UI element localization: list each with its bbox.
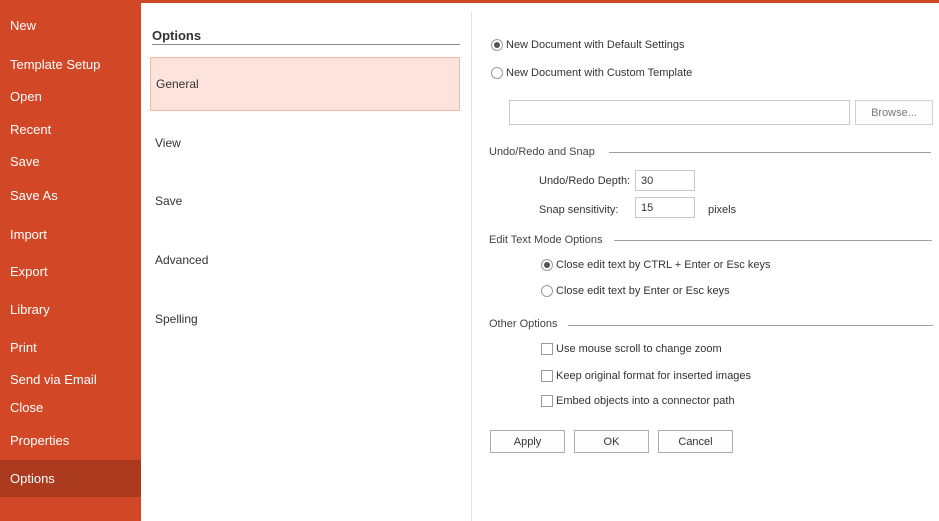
sidebar-item-properties[interactable]: Properties <box>0 422 141 458</box>
other-options-group-label: Other Options <box>489 318 558 330</box>
checkbox-label: Embed objects into a connector path <box>556 395 735 407</box>
sidebar-item-save-as[interactable]: Save As <box>0 177 141 213</box>
sidebar-item-label: Close <box>10 399 44 415</box>
category-label: Spelling <box>155 312 198 326</box>
group-divider <box>609 152 931 153</box>
sidebar-item-label: Save As <box>10 187 58 203</box>
sidebar-item-label: Recent <box>10 121 52 137</box>
undo-depth-input[interactable]: 30 <box>635 170 695 191</box>
sidebar-item-close[interactable]: Close <box>0 389 141 425</box>
sidebar-item-recent[interactable]: Recent <box>0 111 141 147</box>
category-label: View <box>155 136 181 150</box>
category-save[interactable]: Save <box>150 174 460 228</box>
radio-unselected-icon <box>491 67 503 79</box>
category-view[interactable]: View <box>150 116 460 170</box>
category-general[interactable]: General <box>150 57 460 111</box>
cancel-button[interactable]: Cancel <box>658 430 733 453</box>
undo-depth-label: Undo/Redo Depth: <box>539 175 631 187</box>
radio-label: Close edit text by Enter or Esc keys <box>556 285 730 297</box>
radio-label: New Document with Default Settings <box>506 39 685 51</box>
mouse-scroll-zoom-checkbox[interactable]: Use mouse scroll to change zoom <box>541 343 722 355</box>
category-label: General <box>156 77 199 91</box>
undo-redo-group-label: Undo/Redo and Snap <box>489 146 595 158</box>
group-divider <box>614 240 932 241</box>
snap-sensitivity-input[interactable]: 15 <box>635 197 695 218</box>
sidebar-item-import[interactable]: Import <box>0 216 141 252</box>
snap-unit-label: pixels <box>708 204 737 216</box>
template-path-input[interactable] <box>509 100 850 125</box>
checkbox-icon <box>541 343 553 355</box>
apply-button[interactable]: Apply <box>490 430 565 453</box>
ok-button[interactable]: OK <box>574 430 649 453</box>
sidebar-item-library[interactable]: Library <box>0 291 141 327</box>
sidebar-item-print[interactable]: Print <box>0 329 141 365</box>
sidebar-item-label: Export <box>10 263 48 279</box>
radio-selected-icon <box>491 39 503 51</box>
checkbox-icon <box>541 395 553 407</box>
sidebar-item-options[interactable]: Options <box>0 460 141 497</box>
panel-divider <box>471 12 472 521</box>
options-title: Options <box>152 28 202 43</box>
sidebar-item-label: Library <box>10 301 50 317</box>
category-spelling[interactable]: Spelling <box>150 292 460 346</box>
sidebar-item-template-setup[interactable]: Template Setup <box>0 46 141 82</box>
group-divider <box>568 325 933 326</box>
radio-unselected-icon <box>541 285 553 297</box>
category-advanced[interactable]: Advanced <box>150 233 460 287</box>
radio-label: New Document with Custom Template <box>506 67 693 79</box>
category-label: Save <box>155 194 183 208</box>
sidebar-item-label: New <box>10 17 37 33</box>
options-title-divider <box>152 44 460 45</box>
sidebar-item-open[interactable]: Open <box>0 78 141 114</box>
sidebar-item-label: Properties <box>10 432 70 448</box>
radio-selected-icon <box>541 259 553 271</box>
radio-label: Close edit text by CTRL + Enter or Esc k… <box>556 259 771 271</box>
keep-image-format-checkbox[interactable]: Keep original format for inserted images <box>541 370 751 382</box>
backstage-sidebar: New Template Setup Open Recent Save Save… <box>0 0 141 521</box>
sidebar-item-label: Options <box>10 471 55 486</box>
edit-ctrl-enter-radio[interactable]: Close edit text by CTRL + Enter or Esc k… <box>541 259 770 271</box>
browse-button[interactable]: Browse... <box>855 100 933 125</box>
edit-text-group-label: Edit Text Mode Options <box>489 234 603 246</box>
checkbox-label: Keep original format for inserted images <box>556 370 752 382</box>
new-doc-default-radio[interactable]: New Document with Default Settings <box>491 39 685 51</box>
checkbox-label: Use mouse scroll to change zoom <box>556 343 722 355</box>
sidebar-item-new[interactable]: New <box>0 7 141 43</box>
category-label: Advanced <box>155 253 209 267</box>
sidebar-item-label: Print <box>10 339 37 355</box>
embed-objects-connector-checkbox[interactable]: Embed objects into a connector path <box>541 395 735 407</box>
sidebar-item-label: Open <box>10 88 42 104</box>
sidebar-item-save[interactable]: Save <box>0 143 141 179</box>
checkbox-icon <box>541 370 553 382</box>
sidebar-item-label: Send via Email <box>10 371 97 387</box>
new-doc-custom-radio[interactable]: New Document with Custom Template <box>491 67 692 79</box>
sidebar-item-label: Import <box>10 226 47 242</box>
sidebar-item-label: Save <box>10 153 40 169</box>
snap-sensitivity-label: Snap sensitivity: <box>539 204 619 216</box>
sidebar-item-export[interactable]: Export <box>0 253 141 289</box>
sidebar-item-label: Template Setup <box>10 56 101 72</box>
edit-enter-radio[interactable]: Close edit text by Enter or Esc keys <box>541 285 730 297</box>
